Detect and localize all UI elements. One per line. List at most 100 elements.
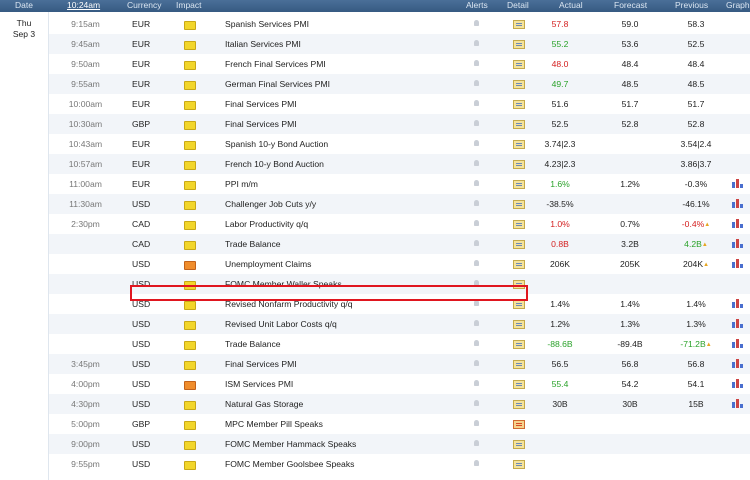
event-title[interactable]: FOMC Member Goolsbee Speaks [225,454,465,474]
detail-icon[interactable] [513,180,525,189]
table-row[interactable]: USD Trade Balance -88.6B -89.4B -71.2B▲ [48,334,750,354]
bell-icon[interactable] [474,420,479,426]
graph-icon[interactable] [732,299,743,308]
detail-icon[interactable] [513,60,525,69]
detail-icon[interactable] [513,160,525,169]
bell-icon[interactable] [474,160,479,166]
graph-icon[interactable] [732,319,743,328]
event-title[interactable]: Trade Balance [225,234,465,254]
table-row[interactable]: 9:00pm USD FOMC Member Hammack Speaks [48,434,750,454]
bell-icon[interactable] [474,460,479,466]
detail-icon[interactable] [513,400,525,409]
table-row[interactable]: 10:30am GBP Final Services PMI 52.5 52.8… [48,114,750,134]
bell-icon[interactable] [474,60,479,66]
detail-icon[interactable] [513,100,525,109]
graph-icon[interactable] [732,219,743,228]
table-row[interactable]: 3:45pm USD Final Services PMI 56.5 56.8 … [48,354,750,374]
table-row[interactable]: 4:00pm USD ISM Services PMI 55.4 54.2 54… [48,374,750,394]
event-title[interactable]: ISM Services PMI [225,374,465,394]
detail-icon[interactable] [513,80,525,89]
graph-icon[interactable] [732,199,743,208]
event-title[interactable]: Trade Balance [225,334,465,354]
bell-icon[interactable] [474,360,479,366]
graph-icon[interactable] [732,359,743,368]
bell-icon[interactable] [474,20,479,26]
table-row[interactable]: 9:55pm USD FOMC Member Goolsbee Speaks [48,454,750,474]
graph-icon[interactable] [732,399,743,408]
table-row[interactable]: 2:30pm CAD Labor Productivity q/q 1.0% 0… [48,214,750,234]
bell-icon[interactable] [474,40,479,46]
detail-icon[interactable] [513,440,525,449]
detail-icon[interactable] [513,300,525,309]
event-title[interactable]: Revised Nonfarm Productivity q/q [225,294,465,314]
bell-icon[interactable] [474,260,479,266]
detail-icon[interactable] [513,420,525,429]
event-title[interactable]: MPC Member Pill Speaks [225,414,465,434]
detail-icon[interactable] [513,40,525,49]
event-title[interactable]: FOMC Member Hammack Speaks [225,434,465,454]
table-row[interactable]: 4:30pm USD Natural Gas Storage 30B 30B 1… [48,394,750,414]
event-title[interactable]: Revised Unit Labor Costs q/q [225,314,465,334]
detail-icon[interactable] [513,140,525,149]
bell-icon[interactable] [474,100,479,106]
bell-icon[interactable] [474,180,479,186]
event-title[interactable]: Final Services PMI [225,114,465,134]
detail-icon[interactable] [513,20,525,29]
bell-icon[interactable] [474,340,479,346]
detail-icon[interactable] [513,340,525,349]
graph-icon[interactable] [732,179,743,188]
detail-icon[interactable] [513,200,525,209]
table-row[interactable]: CAD Trade Balance 0.8B 3.2B 4.2B▲ [48,234,750,254]
detail-icon[interactable] [513,320,525,329]
table-row[interactable]: 11:30am USD Challenger Job Cuts y/y -38.… [48,194,750,214]
event-title[interactable]: Spanish 10-y Bond Auction [225,134,465,154]
table-row[interactable]: 9:55am EUR German Final Services PMI 49.… [48,74,750,94]
graph-icon[interactable] [732,259,743,268]
event-title[interactable]: FOMC Member Waller Speaks [225,274,465,294]
event-title[interactable]: Final Services PMI [225,354,465,374]
event-title[interactable]: Italian Services PMI [225,34,465,54]
bell-icon[interactable] [474,120,479,126]
event-title[interactable]: French Final Services PMI [225,54,465,74]
event-title[interactable]: Final Services PMI [225,94,465,114]
bell-icon[interactable] [474,240,479,246]
event-title[interactable]: Labor Productivity q/q [225,214,465,234]
bell-icon[interactable] [474,320,479,326]
bell-icon[interactable] [474,80,479,86]
event-title[interactable]: French 10-y Bond Auction [225,154,465,174]
detail-icon[interactable] [513,360,525,369]
header-current-time[interactable]: 10:24am [67,0,100,11]
graph-icon[interactable] [732,239,743,248]
table-row[interactable]: USD Revised Unit Labor Costs q/q 1.2% 1.… [48,314,750,334]
event-title[interactable]: PPI m/m [225,174,465,194]
table-row[interactable]: 9:15am EUR Spanish Services PMI 57.8 59.… [48,14,750,34]
table-row[interactable]: 11:00am EUR PPI m/m 1.6% 1.2% -0.3% [48,174,750,194]
event-title[interactable]: German Final Services PMI [225,74,465,94]
event-title[interactable]: Natural Gas Storage [225,394,465,414]
table-row[interactable]: USD Unemployment Claims 206K 205K 204K▲ [48,254,750,274]
bell-icon[interactable] [474,400,479,406]
graph-icon[interactable] [732,379,743,388]
event-title[interactable]: Spanish Services PMI [225,14,465,34]
detail-icon[interactable] [513,380,525,389]
event-title[interactable]: Unemployment Claims [225,254,465,274]
graph-icon[interactable] [732,339,743,348]
table-row[interactable]: 9:45am EUR Italian Services PMI 55.2 53.… [48,34,750,54]
detail-icon[interactable] [513,220,525,229]
bell-icon[interactable] [474,280,479,286]
table-row[interactable]: 5:00pm GBP MPC Member Pill Speaks [48,414,750,434]
bell-icon[interactable] [474,440,479,446]
detail-icon[interactable] [513,280,525,289]
detail-icon[interactable] [513,260,525,269]
table-row[interactable]: 10:43am EUR Spanish 10-y Bond Auction 3.… [48,134,750,154]
bell-icon[interactable] [474,200,479,206]
table-row[interactable]: 10:57am EUR French 10-y Bond Auction 4.2… [48,154,750,174]
bell-icon[interactable] [474,380,479,386]
event-title[interactable]: Challenger Job Cuts y/y [225,194,465,214]
table-row[interactable]: 10:00am EUR Final Services PMI 51.6 51.7… [48,94,750,114]
table-row[interactable]: 9:50am EUR French Final Services PMI 48.… [48,54,750,74]
detail-icon[interactable] [513,120,525,129]
detail-icon[interactable] [513,240,525,249]
table-row[interactable]: USD Revised Nonfarm Productivity q/q 1.4… [48,294,750,314]
bell-icon[interactable] [474,220,479,226]
